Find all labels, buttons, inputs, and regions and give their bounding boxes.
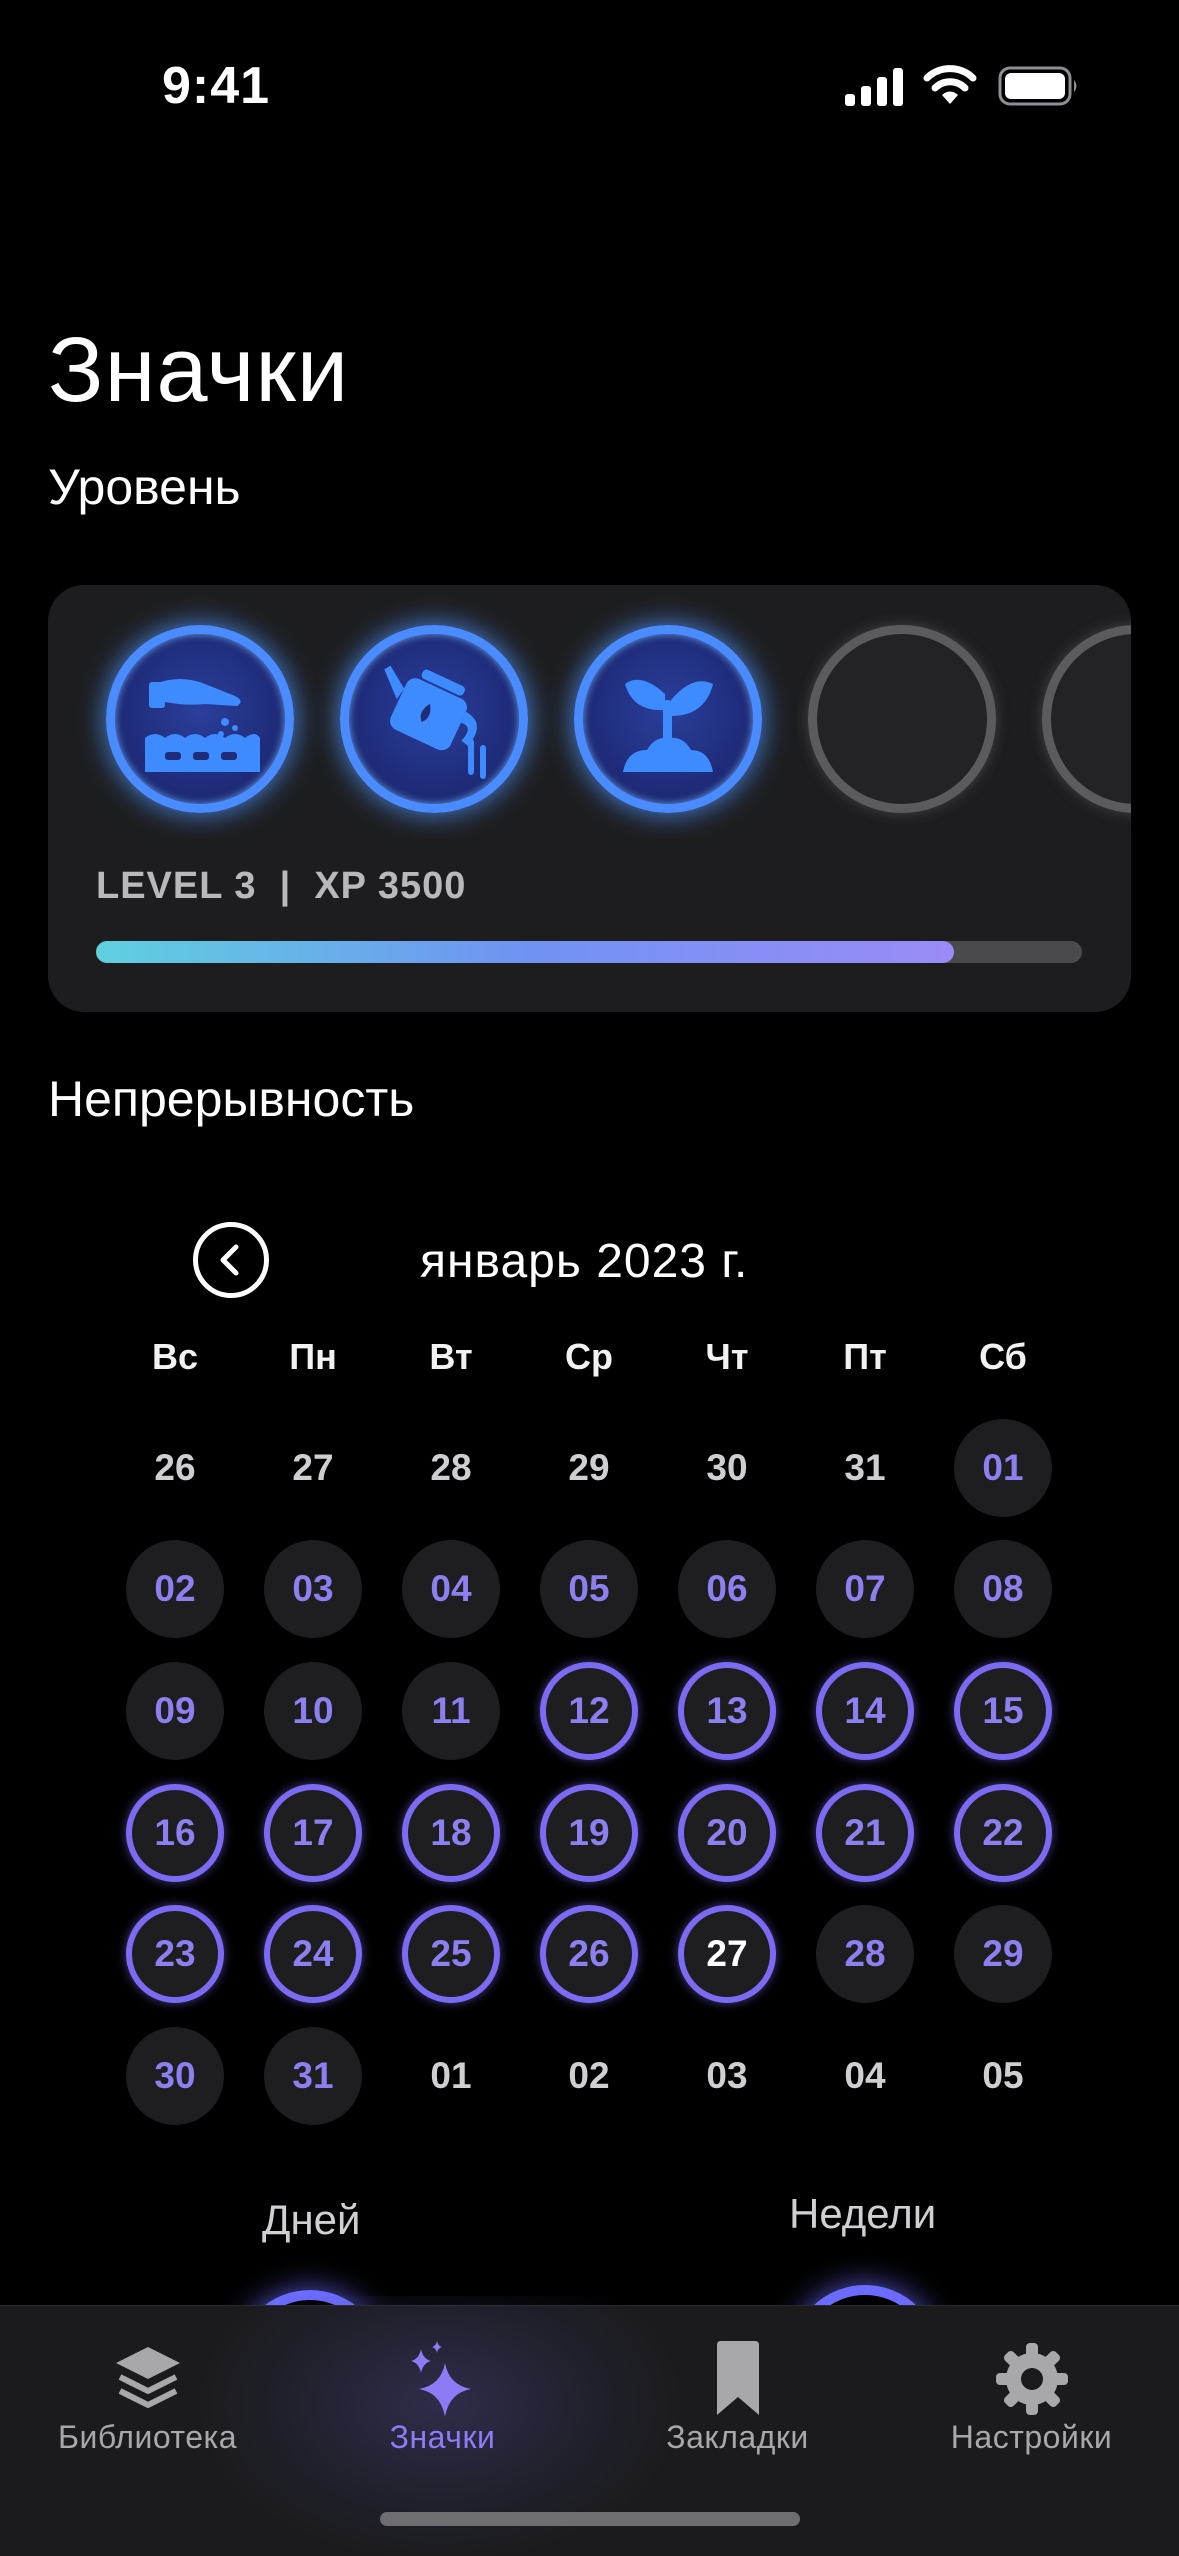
weeks-streak-label: Недели bbox=[789, 2190, 937, 2237]
calendar-day-outside-month[interactable]: 01 bbox=[402, 2027, 500, 2125]
tab-label: Закладки bbox=[666, 2419, 809, 2455]
calendar-day[interactable]: 02 bbox=[126, 1540, 224, 1638]
calendar-day-outside-month[interactable]: 26 bbox=[126, 1419, 224, 1517]
weekday-label: Ср bbox=[565, 1336, 613, 1377]
tab-label: Библиотека bbox=[58, 2419, 237, 2455]
status-time: 9:41 bbox=[162, 57, 271, 115]
tab-library[interactable]: Библиотека bbox=[0, 2306, 295, 2486]
previous-month-button[interactable] bbox=[193, 1222, 269, 1298]
calendar-day[interactable]: 26 bbox=[540, 1905, 638, 2003]
calendar-day-outside-month[interactable]: 05 bbox=[954, 2027, 1052, 2125]
tab-label: Настройки bbox=[950, 2419, 1113, 2455]
calendar-day[interactable]: 30 bbox=[126, 2027, 224, 2125]
calendar-day[interactable]: 18 bbox=[402, 1784, 500, 1882]
calendar-day[interactable]: 12 bbox=[540, 1662, 638, 1760]
calendar-day[interactable]: 10 bbox=[264, 1662, 362, 1760]
calendar-day[interactable]: 03 bbox=[264, 1540, 362, 1638]
watering-can-icon bbox=[384, 665, 486, 779]
calendar-day[interactable]: 28 bbox=[816, 1905, 914, 2003]
calendar-day[interactable]: 20 bbox=[678, 1784, 776, 1882]
sparkles-icon bbox=[410, 2341, 471, 2417]
calendar-day[interactable]: 24 bbox=[264, 1905, 362, 2003]
status-bar: 9:41 bbox=[0, 0, 1179, 160]
level-card: LEVEL 3 | XP 3500 bbox=[48, 585, 1131, 1012]
calendar-day[interactable]: 08 bbox=[954, 1540, 1052, 1638]
calendar-day[interactable]: 25 bbox=[402, 1905, 500, 2003]
stacked-layers-icon bbox=[115, 2347, 180, 2408]
locked-badge[interactable] bbox=[1042, 625, 1131, 813]
planting-seeds-icon bbox=[145, 679, 260, 772]
xp-progress-fill bbox=[96, 941, 954, 963]
calendar-day[interactable]: 22 bbox=[954, 1784, 1052, 1882]
calendar-day-outside-month[interactable]: 29 bbox=[540, 1419, 638, 1517]
page-title: Значки bbox=[48, 319, 350, 421]
calendar-day-outside-month[interactable]: 27 bbox=[264, 1419, 362, 1517]
level-section-title: Уровень bbox=[48, 459, 241, 515]
gear-icon bbox=[995, 2343, 1068, 2415]
badge-sprout[interactable] bbox=[574, 625, 762, 813]
tab-badges[interactable]: Значки bbox=[295, 2306, 590, 2486]
calendar-day-outside-month[interactable]: 03 bbox=[678, 2027, 776, 2125]
xp-progress-bar bbox=[96, 941, 1082, 963]
weekday-label: Вт bbox=[429, 1336, 473, 1377]
calendar-day[interactable]: 29 bbox=[954, 1905, 1052, 2003]
badge-watering[interactable] bbox=[340, 625, 528, 813]
days-streak-label: Дней bbox=[262, 2196, 361, 2243]
tab-label: Значки bbox=[389, 2419, 496, 2455]
calendar-day[interactable]: 01 bbox=[954, 1419, 1052, 1517]
calendar-day-outside-month[interactable]: 28 bbox=[402, 1419, 500, 1517]
calendar-day[interactable]: 09 bbox=[126, 1662, 224, 1760]
calendar-day-outside-month[interactable]: 30 bbox=[678, 1419, 776, 1517]
calendar-day-outside-month[interactable]: 04 bbox=[816, 2027, 914, 2125]
calendar-day[interactable]: 21 bbox=[816, 1784, 914, 1882]
wifi-icon bbox=[923, 65, 977, 104]
badge-planting[interactable] bbox=[106, 625, 294, 813]
calendar-day-outside-month[interactable]: 02 bbox=[540, 2027, 638, 2125]
calendar-day[interactable]: 05 bbox=[540, 1540, 638, 1638]
calendar-day[interactable]: 14 bbox=[816, 1662, 914, 1760]
tab-bookmarks[interactable]: Закладки bbox=[590, 2306, 885, 2486]
calendar-day-outside-month[interactable]: 31 bbox=[816, 1419, 914, 1517]
calendar-day-today[interactable]: 27 bbox=[678, 1905, 776, 2003]
calendar-day[interactable]: 13 bbox=[678, 1662, 776, 1760]
calendar-day[interactable]: 06 bbox=[678, 1540, 776, 1638]
tab-settings[interactable]: Настройки bbox=[884, 2306, 1179, 2486]
streak-section-title: Непрерывность bbox=[48, 1071, 415, 1127]
battery-icon bbox=[998, 66, 1077, 106]
calendar-day[interactable]: 15 bbox=[954, 1662, 1052, 1760]
level-xp-text: LEVEL 3 | XP 3500 bbox=[96, 865, 467, 907]
calendar-day[interactable]: 19 bbox=[540, 1784, 638, 1882]
chevron-left-icon bbox=[220, 1244, 239, 1276]
calendar-month-label: январь 2023 г. bbox=[420, 1235, 749, 1288]
bookmark-icon bbox=[716, 2341, 759, 2415]
calendar-day[interactable]: 31 bbox=[264, 2027, 362, 2125]
locked-badge[interactable] bbox=[808, 625, 996, 813]
weekday-label: Вс bbox=[151, 1336, 199, 1377]
weekday-label: Чт bbox=[705, 1336, 749, 1377]
calendar-day[interactable]: 17 bbox=[264, 1784, 362, 1882]
calendar-day[interactable]: 04 bbox=[402, 1540, 500, 1638]
weekday-label: Пн bbox=[289, 1336, 337, 1377]
cellular-signal-icon bbox=[845, 68, 903, 106]
home-indicator bbox=[380, 2512, 800, 2526]
calendar-day[interactable]: 07 bbox=[816, 1540, 914, 1638]
calendar-day[interactable]: 16 bbox=[126, 1784, 224, 1882]
weekday-label: Сб bbox=[979, 1336, 1027, 1377]
calendar-day[interactable]: 11 bbox=[402, 1662, 500, 1760]
calendar-day[interactable]: 23 bbox=[126, 1905, 224, 2003]
weekday-label: Пт bbox=[843, 1336, 887, 1377]
sprout-icon bbox=[623, 679, 713, 772]
